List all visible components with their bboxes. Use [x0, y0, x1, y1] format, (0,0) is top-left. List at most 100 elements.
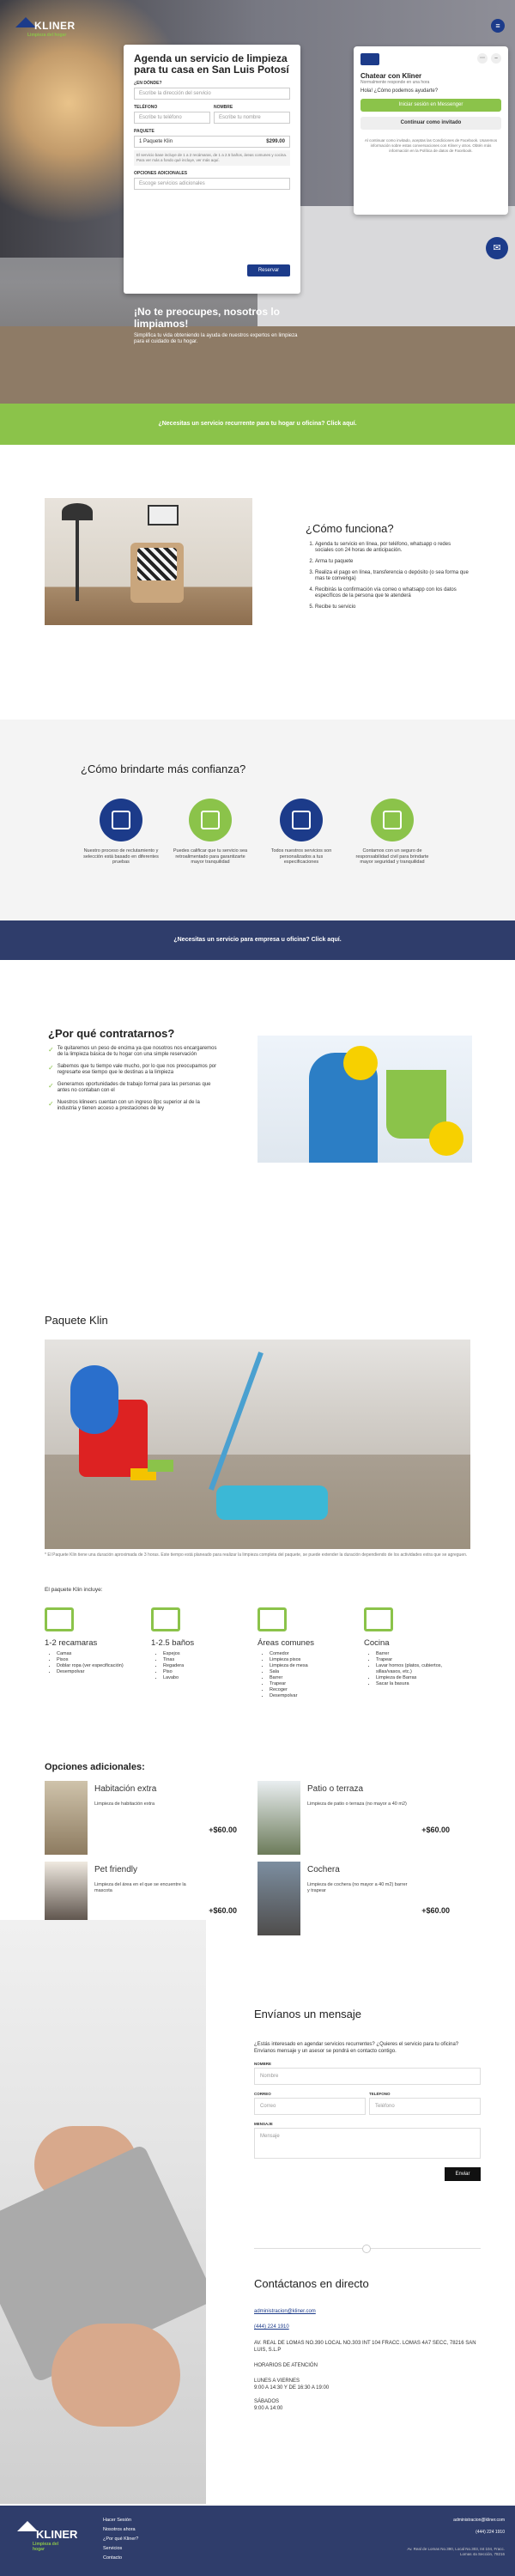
option-price: +$60.00	[421, 1906, 450, 1915]
option-card[interactable]: Patio o terraza Limpieza de patio o terr…	[258, 1781, 460, 1855]
package-note: * El Paquete Klin tiene una duración apr…	[45, 1552, 468, 1558]
sofa-icon	[258, 1607, 287, 1631]
address-input[interactable]: Escribe la dirección del servicio	[134, 88, 290, 100]
hero-subtext: Simplifica tu vida obteniendo la ayuda d…	[134, 333, 298, 344]
reserve-button[interactable]: Reservar	[247, 264, 290, 276]
form-intro: ¿Estás interesado en agendar servicios r…	[254, 2042, 459, 2054]
package-column: 1-2.5 baños Espejos Tinas Regadera Piso …	[151, 1607, 245, 1681]
extras-label: OPCIONES ADICIONALES	[134, 171, 188, 176]
bath-icon	[151, 1607, 180, 1631]
step-item: Recibe tu servicio	[315, 605, 469, 611]
package-label: PAQUETE	[134, 129, 154, 134]
name-label: NOMBRE	[214, 105, 233, 110]
step-item: Agenda tu servicio en línea, por teléfon…	[315, 542, 469, 554]
send-button[interactable]: Enviar	[445, 2167, 481, 2181]
package-note: El servicio base incluye de 1 a 2 recáma…	[134, 150, 290, 166]
messenger-login-button[interactable]: Iniciar sesión en Messenger	[360, 99, 501, 112]
check-icon: ✓	[48, 1100, 54, 1108]
how-title: ¿Cómo funciona?	[306, 522, 394, 535]
phone-field[interactable]: Teléfono	[369, 2098, 481, 2115]
chat-greeting: Hola! ¿Cómo podemos ayudarte?	[360, 88, 439, 94]
footer-address: Av. Real de Lomas No.390, Local No.303, …	[407, 2547, 505, 2556]
recurring-banner[interactable]: ¿Necesitas un servicio recurrente para t…	[0, 404, 515, 445]
option-price: +$60.00	[209, 1906, 237, 1915]
booking-title: Agenda un servicio de limpieza para tu c…	[134, 52, 289, 76]
chat-logo	[360, 53, 379, 65]
footer-link[interactable]: Nosotros ahora	[103, 2525, 138, 2535]
name-input[interactable]: Escribe tu nombre	[214, 112, 290, 124]
package-title: Paquete Klin	[45, 1314, 108, 1327]
package-includes: El paquete Klin incluye:	[45, 1587, 103, 1593]
chat-legal: Al continuar como invitado, aceptas las …	[364, 138, 498, 153]
option-image	[45, 1781, 88, 1855]
package-column: Cocina Barrer Trapear Lavar hornos (plat…	[364, 1607, 458, 1687]
insurance-icon	[371, 799, 414, 841]
booking-card: Agenda un servicio de limpieza para tu c…	[124, 45, 300, 294]
why-us: ¿Por qué contratarnos? ✓ Te quitaremos un…	[48, 1027, 220, 1112]
package-column: Áreas comunes Comedor Limpieza pisos Lim…	[258, 1607, 352, 1699]
contact-address: AV. REAL DE LOMAS NO.390 LOCAL NO.303 IN…	[254, 2341, 476, 2353]
phone-label: TELÉFONO	[134, 105, 158, 110]
option-image	[258, 1781, 300, 1855]
business-banner[interactable]: ¿Necesitas un servicio para empresa u of…	[0, 920, 515, 960]
bed-icon	[45, 1607, 74, 1631]
option-image	[258, 1862, 300, 1935]
footer: KLINER Limpieza del hogar Hacer Sesión N…	[0, 2506, 515, 2576]
minimize-icon[interactable]: –	[491, 53, 501, 64]
footer-link[interactable]: Contacto	[103, 2554, 138, 2563]
room-image	[45, 498, 252, 625]
house-icon	[15, 17, 36, 27]
footer-link[interactable]: Hacer Sesión	[103, 2516, 138, 2525]
chat-widget: ⋯ – Chatear con Kliner Normalmente respo…	[354, 46, 508, 215]
extras-select[interactable]: Escoge servicios adicionales	[134, 178, 290, 190]
footer-link[interactable]: ¿Por qué Kliner?	[103, 2535, 138, 2544]
id-badge-icon	[100, 799, 142, 841]
phone-input[interactable]: Escribe tu teléfono	[134, 112, 210, 124]
trust-item: Puedes calificar que tu servicio sea ret…	[172, 799, 249, 866]
contact-email-link[interactable]: administracion@kliner.com	[254, 2309, 481, 2314]
footer-email[interactable]: administracion@kliner.com	[453, 2518, 505, 2523]
footer-phone[interactable]: (444) 224 1910	[476, 2530, 505, 2535]
step-item: Recibirás la confirmación vía correo o w…	[315, 587, 469, 599]
menu-icon[interactable]: ≡	[491, 19, 505, 33]
package-price: $299.00	[266, 139, 285, 144]
option-card[interactable]: Cochera Limpieza de cochera (no mayor a …	[258, 1862, 460, 1935]
divider	[254, 2245, 481, 2253]
trust-item: Nuestro proceso de reclutamiento y selec…	[82, 799, 160, 866]
hours-title: HORARIOS DE ATENCIÓN	[254, 2363, 318, 2368]
step-item: Arma tu paquete	[315, 559, 469, 565]
check-icon: ✓	[48, 1082, 54, 1090]
trust-item: Contamos con un seguro de responsabilida…	[354, 799, 431, 866]
footer-nav: Hacer Sesión Nosotros ahora ¿Por qué Kli…	[103, 2516, 138, 2563]
hero-text: ¡No te preocupes, nosotros lo limpiamos!…	[134, 306, 306, 345]
rating-icon	[189, 799, 232, 841]
messenger-icon[interactable]: ✉	[486, 237, 508, 259]
step-item: Realiza el pago en línea, transferencia …	[315, 570, 469, 582]
trust-section	[0, 720, 515, 920]
check-icon: ✓	[48, 1046, 54, 1054]
where-label: ¿EN DÓNDE?	[134, 81, 162, 86]
name-field[interactable]: Nombre	[254, 2068, 481, 2085]
how-it-works: ¿Cómo funciona? Agenda tu servicio en lí…	[306, 522, 469, 616]
more-icon[interactable]: ⋯	[477, 53, 488, 64]
chat-title: Chatear con Kliner	[360, 72, 422, 80]
option-card[interactable]: Habitación extra Limpieza de habitación …	[45, 1781, 247, 1855]
custom-service-icon	[280, 799, 323, 841]
footer-logo[interactable]: KLINER Limpieza del hogar	[17, 2521, 77, 2552]
brand-name: KLINER	[34, 20, 76, 32]
footer-link[interactable]: Servicios	[103, 2544, 138, 2554]
package-select[interactable]: 1 Paquete Klin $299.00	[134, 136, 290, 148]
brand-logo[interactable]: KLINER Limpieza del hogar	[15, 17, 75, 41]
contact-phone-link[interactable]: (444) 224 1910	[254, 2324, 481, 2330]
email-field[interactable]: Correo	[254, 2098, 366, 2115]
cleaning-supplies-image	[45, 1340, 470, 1549]
laptop-image	[0, 1920, 206, 2504]
chat-subtitle: Normalmente responde en una hora	[360, 80, 430, 85]
trust-item: Todos nuestros servicios son personaliza…	[263, 799, 340, 866]
message-field[interactable]: Mensaje	[254, 2128, 481, 2159]
contact-title: Contáctanos en directo	[254, 2277, 369, 2290]
guest-button[interactable]: Continuar como invitado	[360, 117, 501, 130]
package-value: 1 Paquete Klin	[139, 139, 173, 144]
option-price: +$60.00	[421, 1826, 450, 1834]
direct-contact: Contáctanos en directo administracion@kl…	[254, 2277, 481, 2412]
